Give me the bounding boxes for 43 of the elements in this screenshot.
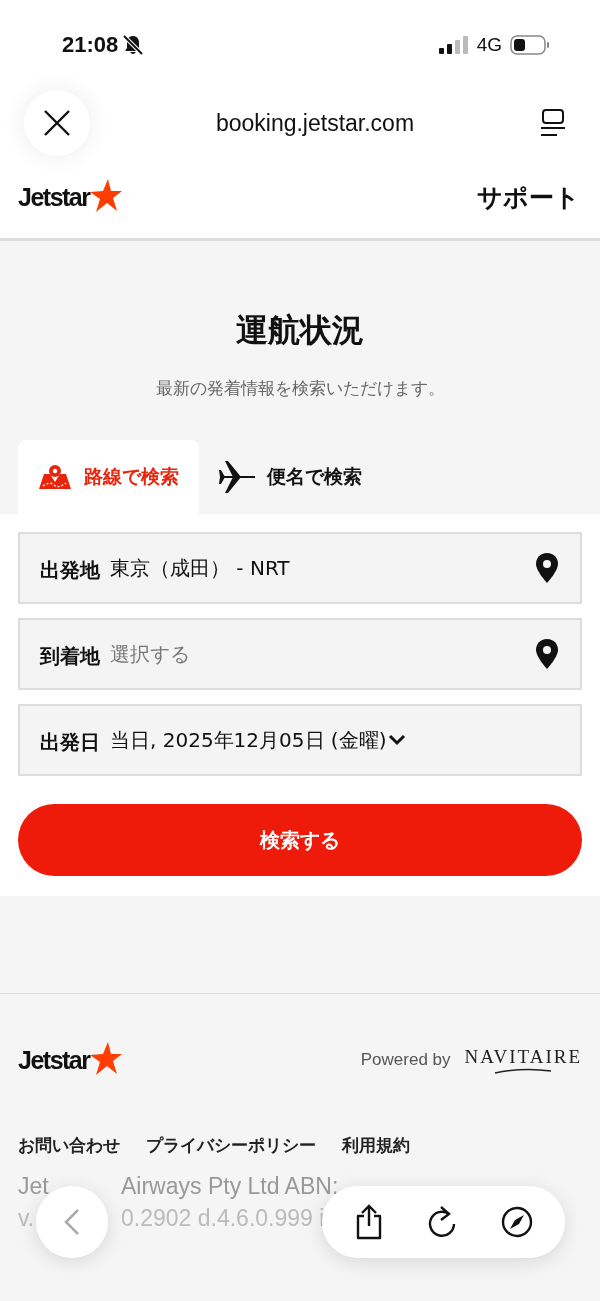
field-label: 到着地	[40, 642, 100, 670]
vendor-logo-text: NAVITAIRE	[464, 1046, 582, 1068]
battery-icon	[510, 35, 550, 55]
logo-text[interactable]: Jetstar	[18, 182, 90, 212]
clock-time: 21:08	[62, 32, 119, 58]
location-pin-icon	[536, 639, 558, 669]
location-field[interactable]: 出発地 東京（成田） - NRT	[18, 532, 582, 604]
close-icon	[44, 110, 70, 136]
support-link[interactable]: サポート	[477, 180, 580, 214]
location-input[interactable]: 選択する	[110, 642, 526, 666]
page-title: 運航状況	[235, 310, 365, 351]
date-dropdown[interactable]: 出発日 当日, 2025年12月05日 (金曜)	[18, 704, 582, 776]
powered-by-label: Powered by	[360, 1050, 451, 1070]
swoosh-icon	[493, 1068, 554, 1074]
reload-button[interactable]	[427, 1205, 458, 1239]
legal-text: v.	[18, 1204, 35, 1233]
footer-link[interactable]: 利用規約	[342, 1134, 410, 1157]
muted-bell-icon	[122, 34, 145, 56]
footer-link[interactable]: お問い合わせ	[18, 1134, 120, 1157]
legal-text: Airways Pty Ltd ABN:	[121, 1172, 339, 1201]
search-tab[interactable]: 路線で検索	[18, 440, 199, 514]
footer-link[interactable]: プライバシーポリシー	[146, 1134, 316, 1157]
tabs-icon[interactable]	[540, 109, 566, 137]
location-input[interactable]: 東京（成田） - NRT	[110, 556, 526, 580]
logo-text: Jetstar	[18, 1045, 90, 1075]
search-tab[interactable]: 便名で検索	[199, 440, 382, 514]
chevron-down-icon	[388, 734, 407, 746]
legal-text: Jet	[18, 1172, 49, 1201]
url-label: booking.jetstar.com	[214, 109, 416, 137]
network-label: 4G	[476, 34, 502, 56]
compass-button[interactable]	[501, 1206, 534, 1238]
location-pin-icon	[536, 553, 558, 583]
field-label: 出発日	[40, 728, 100, 756]
compass-icon	[501, 1206, 534, 1238]
map-pin-icon	[38, 464, 72, 490]
back-icon	[64, 1208, 80, 1236]
page-subtitle: 最新の発着情報を検索いただけます。	[154, 377, 446, 400]
location-field[interactable]: 到着地 選択する	[18, 618, 582, 690]
reload-icon	[427, 1205, 458, 1239]
search-button[interactable]: 検索する	[18, 804, 582, 876]
signal-icon	[438, 36, 469, 54]
field-label: 出発地	[40, 556, 100, 584]
airplane-icon	[219, 460, 255, 494]
